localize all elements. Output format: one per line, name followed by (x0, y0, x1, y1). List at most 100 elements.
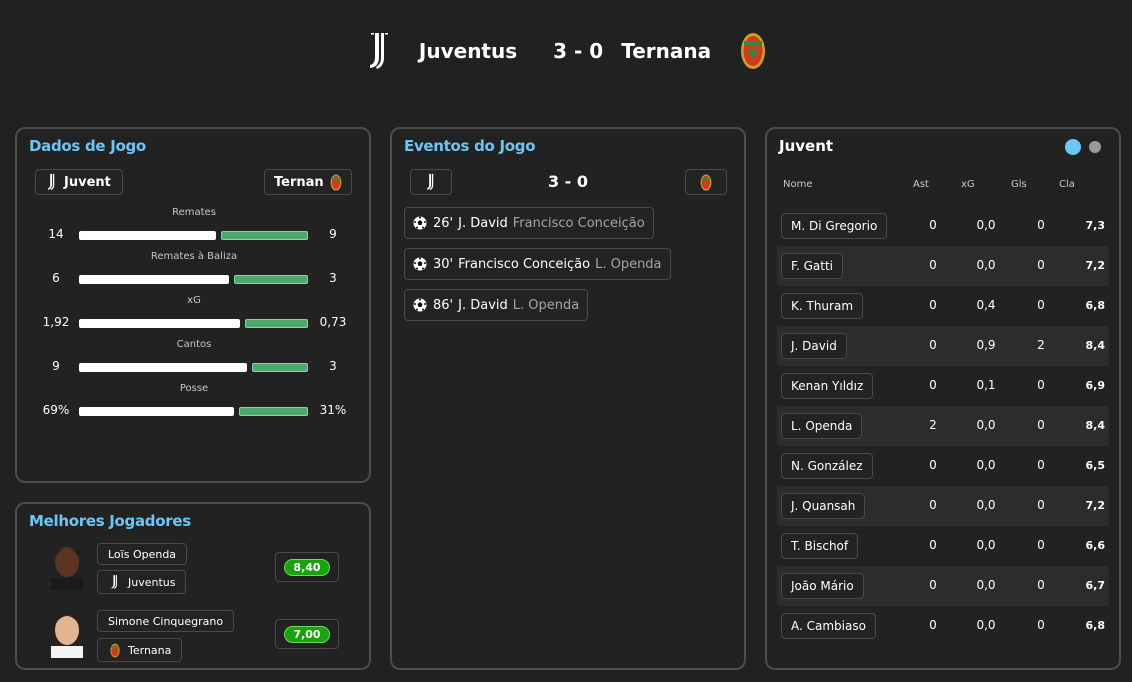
stat-bar (79, 363, 308, 372)
event-assist: L. Openda (512, 297, 580, 313)
player-name[interactable]: Kenan Yıldız (781, 373, 874, 399)
best-player-rating-value: 8,40 (284, 558, 330, 576)
player-goals: 0 (1037, 578, 1045, 592)
lineup-row[interactable]: A. Cambiaso 0 0,0 0 6,8 (777, 606, 1109, 646)
player-name[interactable]: A. Cambiaso (781, 613, 876, 639)
event-item[interactable]: 86' J. David L. Openda (404, 289, 589, 321)
player-assists: 0 (929, 618, 937, 632)
player-rating: 8,4 (1085, 339, 1106, 352)
stat-bar (79, 231, 308, 240)
event-item[interactable]: 26' J. David Francisco Conceição (404, 207, 654, 239)
player-name[interactable]: J. David (781, 333, 847, 359)
best-player-name: Simone Cinquegrano (108, 614, 224, 628)
player-name[interactable]: T. Bischof (781, 533, 859, 559)
stat-home-value: 9 (52, 359, 60, 373)
player-xg: 0,9 (976, 338, 996, 352)
best-player-name-pill[interactable]: Simone Cinquegrano (97, 610, 235, 632)
player-assists: 0 (929, 378, 937, 392)
player-goals: 0 (1037, 218, 1045, 232)
best-player-team-pill[interactable]: Juventus (97, 570, 187, 594)
stat-label: Remates (172, 207, 216, 218)
stat-bar-home (79, 363, 247, 372)
stat-home-value: 6 (52, 271, 60, 285)
col-header-name: Nome (783, 179, 813, 190)
away-team-pill[interactable]: Ternan (264, 169, 352, 195)
stat-bar-home (79, 407, 234, 416)
lineup-row[interactable]: João Mário 0 0,0 0 6,7 (777, 566, 1109, 606)
away-team-name: Ternana (621, 39, 712, 63)
home-team-pill[interactable]: Juvent (35, 169, 123, 195)
stat-bar-home (79, 231, 216, 240)
lineup-row[interactable]: T. Bischof 0 0,0 0 6,6 (777, 526, 1109, 566)
stat-away-value: 3 (329, 271, 337, 285)
lineup-row[interactable]: J. David 0 0,9 2 8,4 (777, 326, 1109, 366)
stat-bar-away (239, 407, 308, 416)
lineup-row[interactable]: J. Quansah 0 0,0 0 7,2 (777, 486, 1109, 526)
player-rating: 8,4 (1085, 419, 1106, 432)
player-assists: 0 (929, 298, 937, 312)
away-team-pill[interactable] (685, 169, 727, 195)
player-goals: 0 (1037, 418, 1045, 432)
best-players-panel: Melhores Jogadores Loïs Openda Juventus … (15, 502, 371, 670)
event-assist: L. Openda (595, 256, 662, 272)
player-name[interactable]: K. Thuram (781, 293, 864, 319)
player-name[interactable]: F. Gatti (781, 253, 843, 279)
player-name[interactable]: J. Quansah (781, 493, 866, 519)
player-xg: 0,1 (976, 378, 996, 392)
event-scorer: J. David (458, 215, 508, 231)
goal-ball-icon (413, 216, 427, 230)
event-item[interactable]: 30' Francisco Conceição L. Openda (404, 248, 671, 280)
stat-away-value: 0,73 (319, 315, 347, 329)
player-xg: 0,0 (976, 418, 996, 432)
best-player-name: Loïs Openda (108, 547, 177, 561)
player-assists: 2 (929, 418, 937, 432)
lineup-row[interactable]: Kenan Yıldız 0 0,1 0 6,9 (777, 366, 1109, 406)
ternana-logo-icon (733, 29, 773, 73)
page-dot-active[interactable] (1065, 139, 1081, 155)
player-xg: 0,4 (976, 298, 996, 312)
event-assist: Francisco Conceição (512, 215, 645, 231)
event-scorer: J. David (458, 297, 508, 313)
player-goals: 0 (1037, 618, 1045, 632)
juventus-logo-icon (111, 575, 117, 589)
player-goals: 0 (1037, 498, 1045, 512)
event-minute: 86' (433, 297, 454, 313)
player-xg: 0,0 (976, 578, 996, 592)
lineup-row[interactable]: L. Openda 2 0,0 0 8,4 (777, 406, 1109, 446)
player-name[interactable]: N. González (781, 453, 873, 479)
best-player-avatar (47, 608, 87, 658)
stat-label: Posse (179, 383, 209, 394)
goal-ball-icon (413, 298, 427, 312)
events-panel: Eventos do Jogo 3 - 0 26' J. David Francis… (390, 127, 746, 670)
col-header-xg: xG (961, 179, 975, 190)
stat-bar (79, 407, 308, 416)
col-header-cla: Cla (1059, 179, 1075, 190)
player-xg: 0,0 (976, 258, 996, 272)
page-dot-inactive[interactable] (1089, 141, 1101, 153)
stat-away-value: 31% (319, 403, 347, 417)
lineup-row[interactable]: F. Gatti 0 0,0 0 7,2 (777, 246, 1109, 286)
best-player-name-pill[interactable]: Loïs Openda (97, 543, 188, 565)
stat-bar-away (221, 231, 308, 240)
best-player-team-pill[interactable]: Ternana (97, 638, 183, 662)
player-goals: 0 (1037, 458, 1045, 472)
player-name[interactable]: L. Openda (781, 413, 863, 439)
player-name[interactable]: João Mário (781, 573, 864, 599)
stat-away-value: 3 (329, 359, 337, 373)
stat-bar (79, 275, 308, 284)
player-xg: 0,0 (976, 538, 996, 552)
best-player-rating-value: 7,00 (284, 625, 330, 643)
lineup-row[interactable]: M. Di Gregorio 0 0,0 0 7,3 (777, 206, 1109, 246)
best-player-team: Juventus (128, 575, 176, 589)
player-xg: 0,0 (976, 618, 996, 632)
lineup-row[interactable]: K. Thuram 0 0,4 0 6,8 (777, 286, 1109, 326)
best-players-title: Melhores Jogadores (29, 512, 191, 530)
player-rating: 6,7 (1085, 579, 1106, 592)
home-team-short: Juvent (64, 174, 111, 190)
goal-ball-icon (413, 257, 427, 271)
player-assists: 0 (929, 578, 937, 592)
player-name[interactable]: M. Di Gregorio (781, 213, 888, 239)
stat-bar-away (245, 319, 308, 328)
lineup-row[interactable]: N. González 0 0,0 0 6,5 (777, 446, 1109, 486)
player-rating: 6,5 (1085, 459, 1106, 472)
